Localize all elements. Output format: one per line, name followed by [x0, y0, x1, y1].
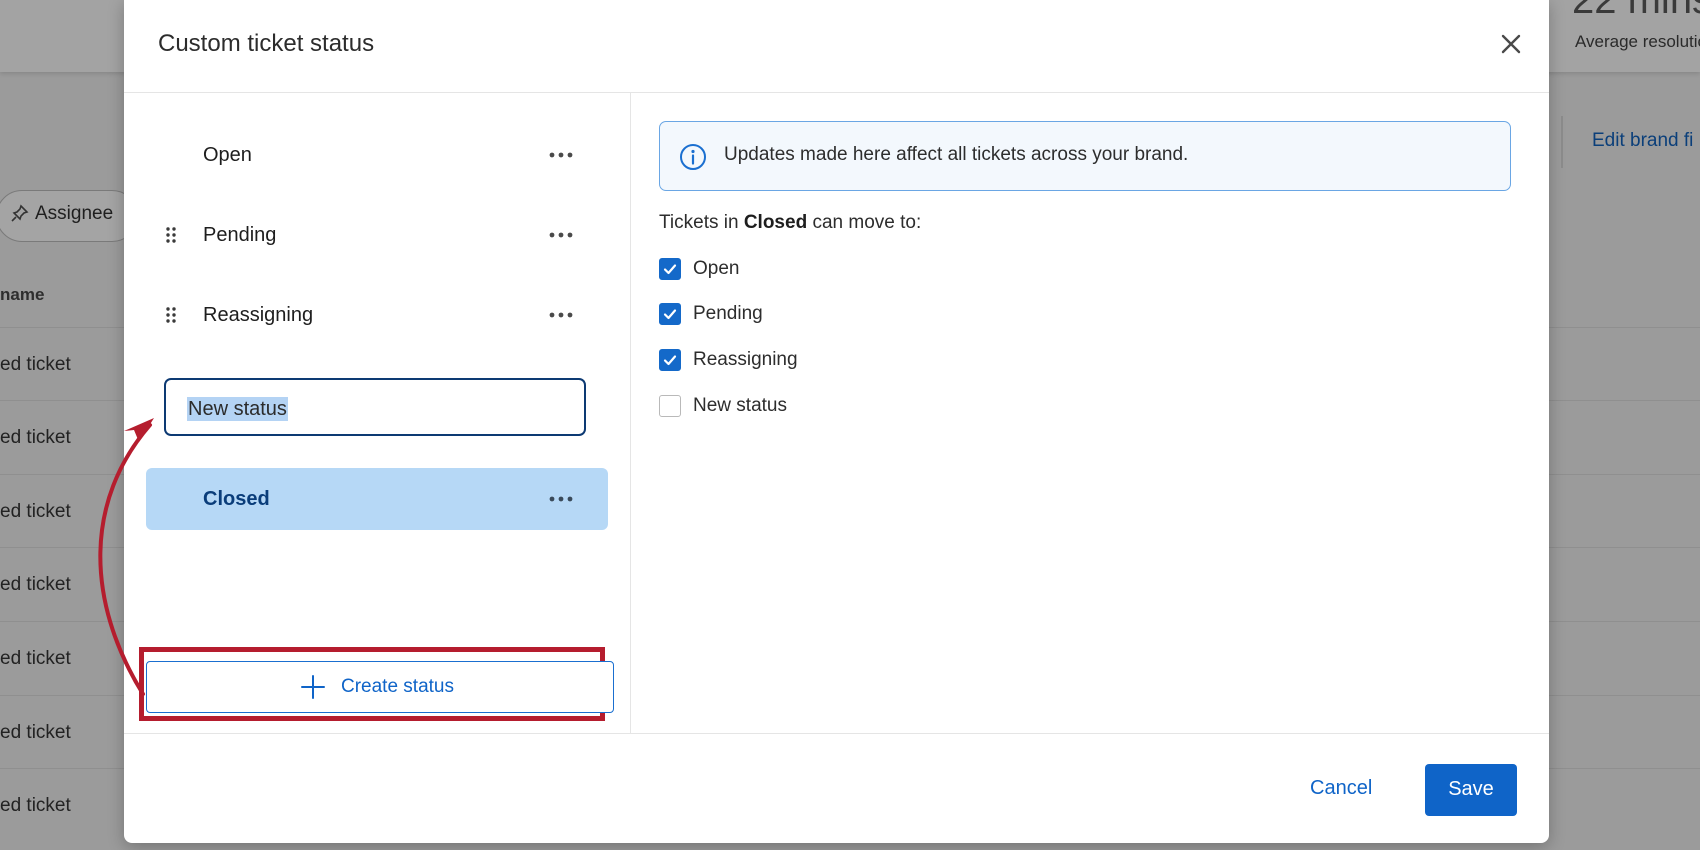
background-row-text: ed ticket	[0, 574, 71, 595]
transitions-heading-prefix: Tickets in	[659, 212, 739, 233]
dialog-footer: Cancel Save	[124, 733, 1549, 844]
save-label: Save	[1448, 778, 1494, 800]
new-status-input-value: New status	[187, 397, 288, 421]
transition-checkbox[interactable]	[659, 258, 681, 280]
info-banner: Updates made here affect all tickets acr…	[659, 121, 1511, 191]
transition-label: Pending	[693, 303, 763, 324]
background-row-text: ed ticket	[0, 354, 71, 375]
drag-handle-icon[interactable]	[164, 226, 178, 244]
check-icon	[663, 309, 677, 320]
check-icon	[663, 264, 677, 275]
plus-icon	[301, 675, 325, 699]
pin-icon	[11, 204, 29, 227]
status-label: Open	[203, 144, 252, 166]
assignee-filter-chip: Assignee	[0, 190, 138, 242]
status-more-button[interactable]	[546, 486, 576, 512]
create-status-label: Create status	[341, 676, 454, 697]
background-row-text: ed ticket	[0, 795, 71, 816]
edit-brand-link: Edit brand fi	[1592, 130, 1694, 151]
status-more-button[interactable]	[546, 222, 576, 248]
background-row-text: ed ticket	[0, 427, 71, 448]
close-button[interactable]	[1493, 26, 1529, 62]
status-item-closed[interactable]: Closed	[146, 468, 608, 530]
create-status-button[interactable]: Create status	[146, 661, 614, 713]
metric-value: 22 mins	[1572, 0, 1700, 22]
transitions-heading: Tickets in Closed can move to:	[659, 212, 921, 234]
background-row-text: ed ticket	[0, 648, 71, 669]
background-divider	[1561, 116, 1563, 168]
background-row-text: ed ticket	[0, 722, 71, 743]
dialog-title: Custom ticket status	[158, 30, 375, 57]
info-banner-text: Updates made here affect all tickets acr…	[724, 144, 1189, 165]
status-more-button[interactable]	[546, 142, 576, 168]
drag-handle-icon[interactable]	[164, 306, 178, 324]
dialog-header: Custom ticket status	[124, 0, 1549, 93]
cancel-button[interactable]: Cancel	[1310, 777, 1372, 800]
assignee-filter-label: Assignee	[35, 203, 114, 224]
save-button[interactable]: Save	[1425, 764, 1517, 816]
transition-label: New status	[693, 395, 787, 416]
new-status-input[interactable]: New status	[164, 378, 586, 436]
transition-checkbox[interactable]	[659, 395, 681, 417]
transition-checkbox[interactable]	[659, 303, 681, 325]
info-icon	[680, 144, 706, 170]
more-horizontal-icon	[549, 232, 573, 238]
more-horizontal-icon	[549, 152, 573, 158]
transition-label: Open	[693, 258, 740, 279]
check-icon	[663, 355, 677, 366]
metric-label: Average resolution	[1575, 32, 1700, 51]
background-column-header: name	[0, 285, 45, 304]
background-row-text: ed ticket	[0, 501, 71, 522]
transitions-heading-suffix: can move to:	[812, 212, 922, 233]
status-label: Reassigning	[203, 304, 314, 326]
status-label: Closed	[203, 488, 270, 510]
status-item-pending[interactable]: Pending	[146, 204, 608, 266]
transitions-heading-status: Closed	[743, 212, 808, 233]
transition-label: Reassigning	[693, 349, 798, 370]
status-list-pane: Open Pending Reassigning New status Clos…	[124, 93, 631, 733]
close-icon	[1501, 34, 1521, 54]
status-more-button[interactable]	[546, 302, 576, 328]
status-item-open[interactable]: Open	[146, 124, 608, 186]
status-item-reassigning[interactable]: Reassigning	[146, 284, 608, 346]
transition-checkbox[interactable]	[659, 349, 681, 371]
status-label: Pending	[203, 224, 277, 246]
more-horizontal-icon	[549, 496, 573, 502]
more-horizontal-icon	[549, 312, 573, 318]
